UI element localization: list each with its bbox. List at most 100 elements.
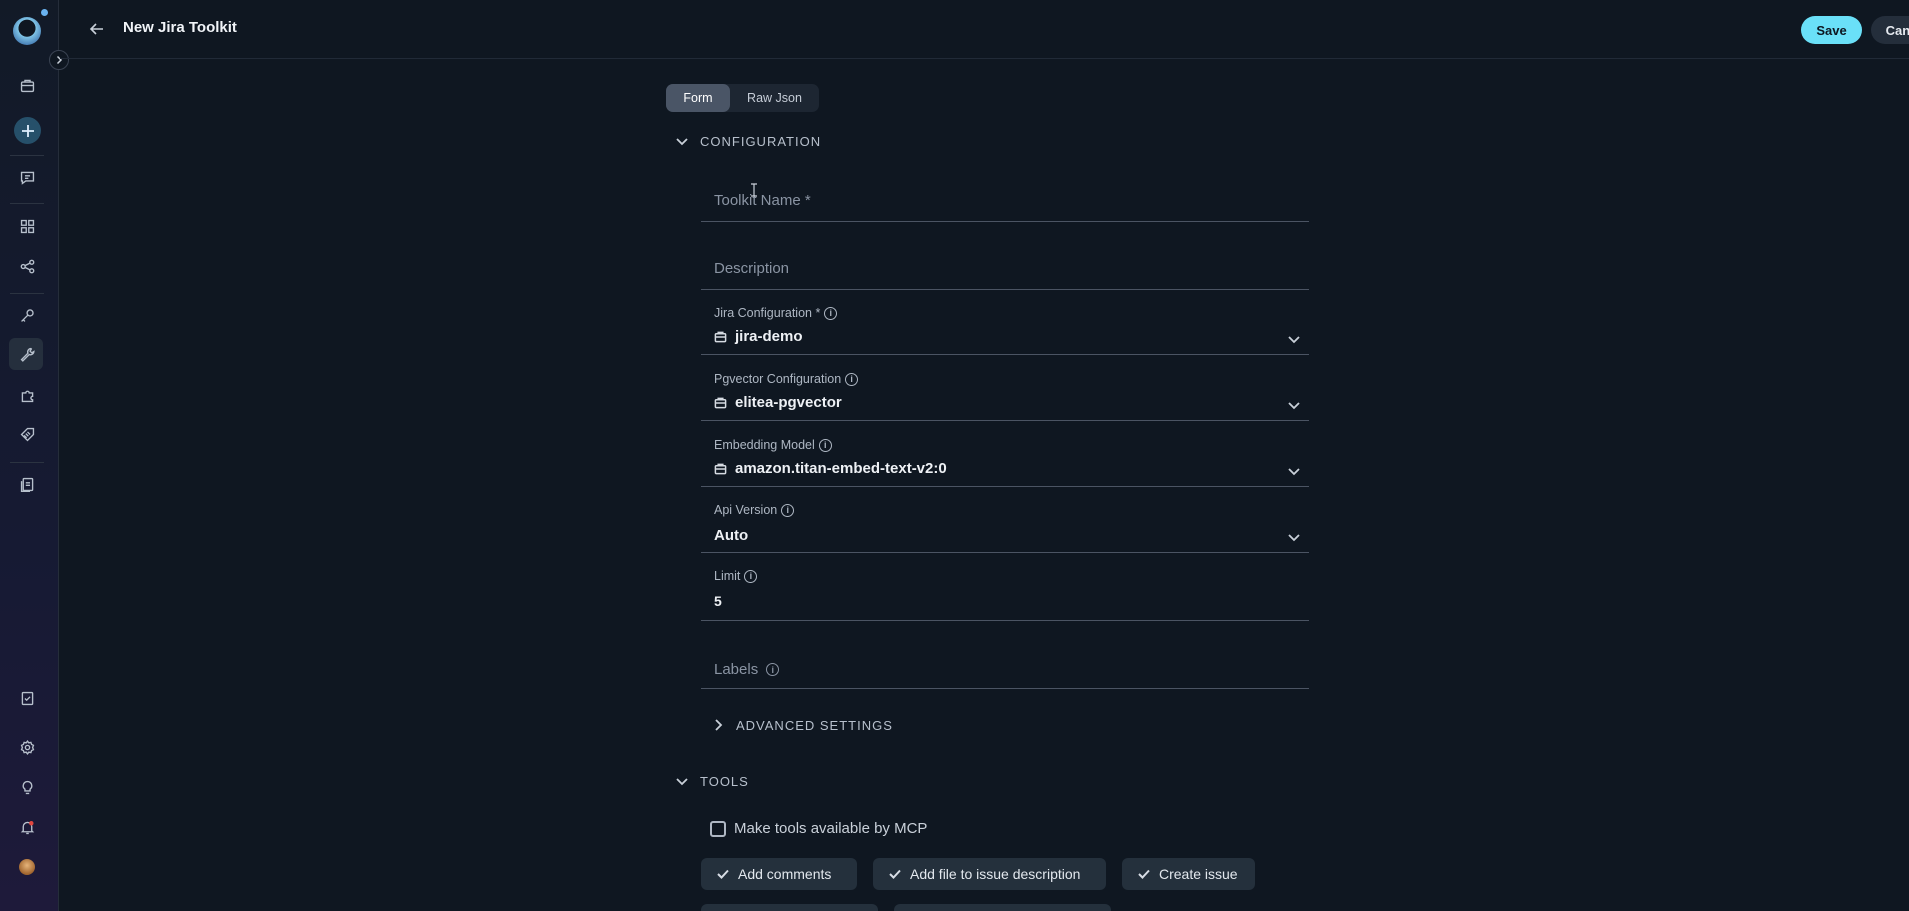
limit-field[interactable]: Limit i 5 — [701, 566, 1309, 621]
check-icon — [717, 869, 729, 879]
embedding-model-value: amazon.titan-embed-text-v2:0 — [714, 460, 947, 477]
cancel-button[interactable]: Cancel — [1871, 16, 1909, 44]
text-cursor-icon — [751, 183, 757, 197]
arrow-left-icon — [89, 23, 103, 35]
jira-configuration-value: jira-demo — [714, 328, 803, 345]
api-version-label: Api Version i — [714, 503, 795, 517]
grid-icon — [20, 219, 34, 233]
chevron-down-icon — [676, 778, 688, 786]
sidebar-item-credentials[interactable] — [17, 305, 37, 325]
mcp-checkbox-label: Make tools available by MCP — [734, 820, 928, 837]
tools-section-toggle[interactable]: TOOLS — [674, 773, 749, 789]
jira-configuration-label-text: Jira Configuration * — [714, 306, 821, 320]
sidebar — [0, 0, 69, 911]
info-icon[interactable]: i — [824, 306, 838, 320]
toolkit-name-field[interactable]: Toolkit Name * — [701, 178, 1309, 222]
jira-configuration-label: Jira Configuration * i — [714, 306, 838, 320]
key-icon — [20, 308, 34, 322]
embedding-model-select[interactable]: Embedding Model i amazon.titan-embed-tex… — [701, 434, 1309, 487]
tool-chip-create-issue[interactable]: Create issue — [1122, 858, 1255, 890]
labels-field[interactable]: Labels i — [701, 645, 1309, 689]
limit-label-text: Limit — [714, 569, 741, 583]
limit-value: 5 — [714, 593, 722, 609]
pgvector-configuration-value-text: elitea-pgvector — [735, 394, 842, 411]
tool-chip-partial[interactable] — [701, 904, 878, 911]
sidebar-item-artifacts[interactable] — [17, 474, 37, 494]
toolkit-name-placeholder: Toolkit Name * — [714, 192, 811, 209]
notification-icon — [20, 820, 34, 834]
embedding-model-value-text: amazon.titan-embed-text-v2:0 — [735, 460, 947, 477]
toolbox-icon — [714, 463, 727, 475]
chat-icon — [20, 171, 34, 185]
tool-chip-label: Create issue — [1159, 866, 1238, 882]
sidebar-item-settings[interactable] — [17, 737, 37, 757]
configuration-section-title: CONFIGURATION — [700, 133, 822, 149]
mcp-checkbox[interactable] — [710, 820, 726, 837]
sidebar-divider — [10, 293, 44, 294]
sidebar-item-toolbox[interactable] — [17, 75, 37, 95]
mcp-checkbox-row[interactable]: Make tools available by MCP — [710, 820, 927, 837]
add-icon — [21, 124, 34, 137]
info-icon[interactable]: i — [818, 438, 832, 452]
jira-configuration-select[interactable]: Jira Configuration * i jira-demo — [701, 302, 1309, 355]
sidebar-item-grid[interactable] — [17, 216, 37, 236]
tool-chip-add-file-to-issue-description[interactable]: Add file to issue description — [873, 858, 1106, 890]
lightbulb-icon — [22, 780, 32, 794]
pgvector-configuration-select[interactable]: Pgvector Configuration i elitea-pgvector — [701, 368, 1309, 421]
chevron-down-icon — [1287, 398, 1301, 412]
pipeline-icon — [20, 259, 34, 273]
toolbox-icon — [714, 397, 727, 409]
tab-form[interactable]: Form — [666, 84, 730, 112]
sidebar-item-tips[interactable] — [17, 777, 37, 797]
tool-chip-partial[interactable] — [894, 904, 1111, 911]
description-placeholder: Description — [714, 260, 790, 277]
sidebar-add-button[interactable] — [14, 117, 41, 144]
jira-configuration-value-text: jira-demo — [735, 328, 803, 345]
pgvector-configuration-label-text: Pgvector Configuration — [714, 372, 842, 386]
chevron-right-icon — [715, 719, 723, 731]
info-icon[interactable]: i — [744, 569, 758, 583]
configuration-section-toggle[interactable]: CONFIGURATION — [674, 133, 821, 149]
save-button[interactable]: Save — [1801, 16, 1862, 44]
advanced-settings-toggle[interactable]: ADVANCED SETTINGS — [710, 717, 893, 733]
tab-raw-json[interactable]: Raw Json — [730, 84, 819, 112]
tool-chip-add-comments[interactable]: Add comments — [701, 858, 857, 890]
sidebar-item-tags[interactable] — [17, 424, 37, 444]
logo-icon[interactable] — [13, 17, 41, 45]
sidebar-divider — [10, 203, 44, 204]
api-version-label-text: Api Version — [714, 503, 778, 517]
sidebar-item-extensions[interactable] — [17, 385, 37, 405]
description-field[interactable]: Description — [701, 246, 1309, 290]
documents-icon — [20, 477, 33, 492]
page-title: New Jira Toolkit — [123, 19, 237, 36]
sidebar-divider — [10, 155, 44, 156]
info-icon[interactable]: i — [781, 503, 795, 517]
view-mode-tabs: Form Raw Json — [666, 84, 819, 112]
tools-section-title: TOOLS — [700, 773, 749, 789]
sidebar-item-pipelines[interactable] — [17, 256, 37, 276]
page-header: New Jira Toolkit Save Cancel — [60, 0, 1909, 59]
toolbox-icon — [714, 331, 727, 343]
chevron-down-icon — [1287, 464, 1301, 478]
sidebar-item-toolkits[interactable] — [17, 344, 37, 364]
back-button[interactable] — [86, 18, 108, 40]
sidebar-item-notifications[interactable] — [17, 817, 37, 837]
avatar[interactable] — [19, 859, 35, 875]
labels-placeholder: Labels i — [714, 661, 780, 678]
sidebar-item-notes[interactable] — [17, 688, 37, 708]
wrench-icon — [20, 347, 35, 362]
info-icon[interactable]: i — [766, 663, 780, 676]
notes-icon — [21, 691, 33, 705]
notification-dot — [41, 9, 48, 16]
puzzle-icon — [21, 390, 33, 402]
info-icon[interactable]: i — [845, 372, 859, 386]
tool-chip-label: Add comments — [738, 866, 832, 882]
embedding-model-label: Embedding Model i — [714, 438, 832, 452]
embedding-model-label-text: Embedding Model — [714, 438, 815, 452]
check-icon — [889, 869, 901, 879]
chevron-down-icon — [1287, 332, 1301, 346]
sidebar-item-chat[interactable] — [17, 167, 37, 187]
pgvector-configuration-label: Pgvector Configuration i — [714, 372, 859, 386]
tool-chip-label: Add file to issue description — [910, 866, 1081, 882]
api-version-select[interactable]: Api Version i Auto — [701, 500, 1309, 553]
